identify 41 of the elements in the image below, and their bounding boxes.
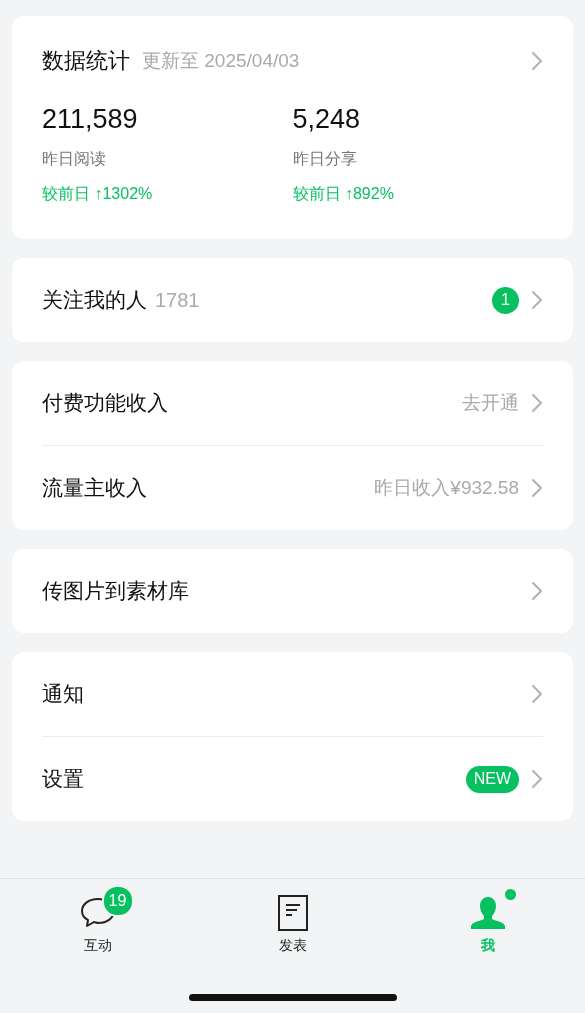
row-count: 1781 (155, 288, 200, 312)
row-label: 通知 (42, 681, 84, 707)
stat-label: 昨日阅读 (42, 149, 107, 169)
chevron-right-icon (531, 684, 543, 704)
stat-change: 较前日 ↑1302% (42, 184, 154, 204)
row-label: 关注我的人 (42, 287, 147, 313)
unread-badge: 19 (101, 885, 134, 917)
statistics-card[interactable]: 数据统计 更新至 2025/04/03 211,589 昨日阅读 较前日 ↑1302% 5,248 昨日分享 较前日 ↑892% (12, 16, 573, 239)
tab-label: 互动 (83, 937, 112, 955)
count-badge: 1 (492, 286, 519, 314)
menu-row[interactable]: 通知 (42, 652, 543, 736)
tab-label: 发表 (278, 937, 307, 955)
document-icon (277, 895, 308, 931)
tab-label: 我 (480, 937, 495, 955)
stat-value: 211,589 (42, 104, 139, 135)
tab-item[interactable]: 19 互动 (0, 881, 195, 955)
menu-row[interactable]: 关注我的人 1781 1 (42, 258, 543, 342)
update-date: 更新至 2025/04/03 (142, 49, 301, 73)
row-label: 传图片到素材库 (42, 578, 189, 604)
stat-value: 5,248 (292, 104, 362, 135)
new-badge: NEW (465, 765, 519, 793)
chevron-right-icon (531, 581, 543, 601)
menu-row[interactable]: 设置 NEW (42, 736, 543, 821)
row-value: 去开通 (462, 391, 519, 415)
chevron-right-icon (531, 393, 543, 413)
chevron-right-icon (531, 51, 543, 71)
row-value: 昨日收入¥932.58 (374, 476, 519, 500)
row-label: 流量主收入 (42, 475, 147, 501)
chevron-right-icon (531, 769, 543, 789)
person-icon (469, 896, 506, 930)
stat-label: 昨日分享 (292, 149, 358, 169)
stat-change: 较前日 ↑892% (292, 184, 395, 204)
menu-row[interactable]: 付费功能收入 去开通 (42, 361, 543, 445)
menu-row[interactable]: 传图片到素材库 (42, 549, 543, 633)
menu-row[interactable]: 流量主收入 昨日收入¥932.58 (42, 445, 543, 530)
chevron-right-icon (531, 478, 543, 498)
chevron-right-icon (531, 290, 543, 310)
tab-item[interactable]: 发表 (195, 881, 390, 955)
row-label: 设置 (42, 766, 84, 792)
row-label: 付费功能收入 (42, 390, 168, 416)
card-title: 数据统计 (42, 47, 130, 75)
